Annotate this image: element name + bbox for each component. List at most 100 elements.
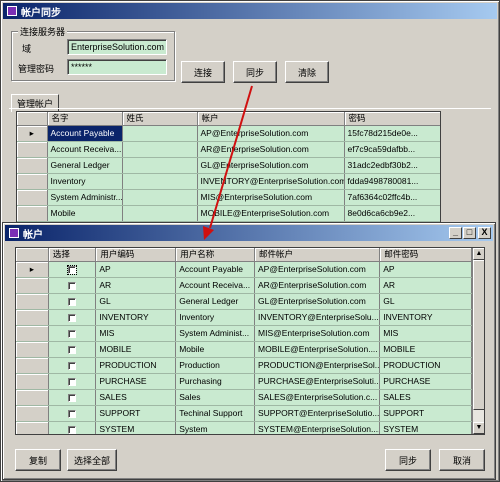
current-row-indicator[interactable]: ▸ — [16, 261, 49, 278]
cell-mail-account[interactable]: SALES@EnterpriseSolution.c... — [254, 389, 381, 406]
cell-user-code[interactable]: MOBILE — [95, 341, 177, 358]
select-cell[interactable] — [48, 421, 97, 434]
cell-password[interactable]: 31adc2edbf30b2... — [344, 157, 440, 174]
select-cell[interactable] — [48, 261, 97, 278]
row-header[interactable] — [16, 293, 49, 310]
table-row[interactable]: SALES Sales SALES@EnterpriseSolution.c..… — [16, 389, 472, 406]
cell-mail-password[interactable]: SALES — [379, 389, 472, 406]
cell-mail-account[interactable]: SYSTEM@EnterpriseSolution.... — [254, 421, 381, 434]
cell-user-code[interactable]: SYSTEM — [95, 421, 177, 434]
cell-user-name[interactable]: Sales — [175, 389, 255, 406]
row-header[interactable] — [16, 309, 49, 326]
row-header[interactable] — [16, 357, 49, 374]
cell-user-name[interactable]: Inventory — [175, 309, 255, 326]
cell-first-name[interactable]: General Ledger — [47, 157, 123, 174]
select-cell[interactable] — [48, 293, 97, 310]
select-cell[interactable] — [48, 357, 97, 374]
table-row[interactable]: Mobile MOBILE@EnterpriseSolution.com 8e0… — [17, 205, 440, 222]
select-checkbox[interactable] — [68, 297, 77, 306]
cell-mail-account[interactable]: PRODUCTION@EnterpriseSol... — [254, 357, 381, 374]
minimize-button[interactable]: _ — [449, 227, 462, 239]
column-header[interactable]: 邮件密码 — [379, 248, 472, 262]
select-checkbox[interactable] — [68, 345, 77, 354]
cell-mail-password[interactable]: SYSTEM — [379, 421, 472, 434]
cell-last-name[interactable] — [122, 173, 198, 190]
select-checkbox[interactable] — [68, 377, 77, 386]
table-row[interactable]: PURCHASE Purchasing PURCHASE@EnterpriseS… — [16, 373, 472, 390]
select-cell[interactable] — [48, 373, 97, 390]
sync-top-button[interactable]: 同步 — [233, 61, 277, 83]
connect-button[interactable]: 连接 — [181, 61, 225, 83]
cell-password[interactable]: fdda9498780081... — [344, 173, 440, 190]
cell-password[interactable]: ef7c9ca59dafbb... — [344, 141, 440, 158]
table-row[interactable]: System Administr... MIS@EnterpriseSoluti… — [17, 189, 440, 206]
column-header[interactable]: 用户编码 — [95, 248, 177, 262]
sync-window-titlebar[interactable]: 帐户同步 — [3, 3, 497, 19]
cell-user-name[interactable]: Account Receiva... — [175, 277, 255, 294]
table-row[interactable]: SYSTEM System SYSTEM@EnterpriseSolution.… — [16, 421, 472, 434]
cell-last-name[interactable] — [122, 205, 198, 222]
cell-mail-account[interactable]: MIS@EnterpriseSolution.com — [254, 325, 381, 342]
cell-last-name[interactable] — [122, 189, 198, 206]
table-row[interactable]: SUPPORT Techinal Support SUPPORT@Enterpr… — [16, 405, 472, 422]
cell-password[interactable]: 7af6364c02ffc4b... — [344, 189, 440, 206]
cell-user-code[interactable]: SALES — [95, 389, 177, 406]
cell-user-code[interactable]: SUPPORT — [95, 405, 177, 422]
cell-mail-password[interactable]: SUPPORT — [379, 405, 472, 422]
row-header[interactable] — [17, 205, 48, 222]
column-header[interactable]: 邮件帐户 — [254, 248, 381, 262]
select-cell[interactable] — [48, 389, 97, 406]
cell-user-code[interactable]: AR — [95, 277, 177, 294]
cell-user-code[interactable]: PRODUCTION — [95, 357, 177, 374]
password-field[interactable]: ****** — [67, 59, 167, 75]
table-row[interactable]: AR Account Receiva... AR@EnterpriseSolut… — [16, 277, 472, 294]
cell-account[interactable]: INVENTORY@EnterpriseSolution.com — [197, 173, 345, 190]
row-header[interactable] — [16, 277, 49, 294]
select-checkbox[interactable] — [68, 425, 77, 434]
cell-last-name[interactable] — [122, 141, 198, 158]
select-checkbox[interactable] — [67, 264, 78, 275]
row-header[interactable] — [16, 325, 49, 342]
cell-last-name[interactable] — [122, 125, 198, 142]
cell-mail-password[interactable]: MOBILE — [379, 341, 472, 358]
cell-first-name[interactable]: Inventory — [47, 173, 123, 190]
table-row[interactable]: MIS System Administ... MIS@EnterpriseSol… — [16, 325, 472, 342]
table-row[interactable]: GL General Ledger GL@EnterpriseSolution.… — [16, 293, 472, 310]
scroll-thumb[interactable] — [473, 260, 484, 410]
column-header[interactable]: 密码 — [344, 112, 440, 126]
cell-password[interactable]: 8e0d6ca6cb9e2... — [344, 205, 440, 222]
cancel-button[interactable]: 取消 — [439, 449, 485, 471]
column-header[interactable]: 选择 — [48, 248, 97, 262]
select-all-button[interactable]: 选择全部 — [67, 449, 117, 471]
select-checkbox[interactable] — [68, 313, 77, 322]
cell-mail-account[interactable]: PURCHASE@EnterpriseSoluti... — [254, 373, 381, 390]
cell-user-name[interactable]: General Ledger — [175, 293, 255, 310]
domain-field[interactable]: EnterpriseSolution.com — [67, 39, 167, 55]
table-row[interactable]: INVENTORY Inventory INVENTORY@Enterprise… — [16, 309, 472, 326]
account-window-titlebar[interactable]: 帐户 — [5, 225, 493, 241]
row-header[interactable] — [16, 421, 49, 434]
row-header[interactable] — [16, 341, 49, 358]
row-header[interactable] — [17, 141, 48, 158]
scroll-up-arrow-icon[interactable]: ▲ — [473, 248, 484, 260]
cell-password[interactable]: 15fc78d215de0e... — [344, 125, 440, 142]
cell-mail-account[interactable]: SUPPORT@EnterpriseSolutio... — [254, 405, 381, 422]
cell-first-name[interactable]: Account Payable — [47, 125, 123, 142]
cell-account[interactable]: MOBILE@EnterpriseSolution.com — [197, 205, 345, 222]
cell-mail-password[interactable]: PRODUCTION — [379, 357, 472, 374]
cell-account[interactable]: GL@EnterpriseSolution.com — [197, 157, 345, 174]
maximize-button[interactable]: □ — [463, 227, 476, 239]
cell-mail-account[interactable]: GL@EnterpriseSolution.com — [254, 293, 381, 310]
select-cell[interactable] — [48, 341, 97, 358]
select-checkbox[interactable] — [68, 361, 77, 370]
cell-user-name[interactable]: System — [175, 421, 255, 434]
cell-user-code[interactable]: INVENTORY — [95, 309, 177, 326]
table-row[interactable]: ▸ Account Payable AP@EnterpriseSolution.… — [17, 125, 440, 142]
accounts-grid[interactable]: 选择 用户编码 用户名称 邮件帐户 邮件密码 ▸ AP Account Paya… — [15, 247, 485, 435]
cell-user-name[interactable]: System Administ... — [175, 325, 255, 342]
table-row[interactable]: PRODUCTION Production PRODUCTION@Enterpr… — [16, 357, 472, 374]
cell-mail-password[interactable]: MIS — [379, 325, 472, 342]
copy-button[interactable]: 复制 — [15, 449, 61, 471]
cell-user-code[interactable]: MIS — [95, 325, 177, 342]
select-checkbox[interactable] — [68, 329, 77, 338]
